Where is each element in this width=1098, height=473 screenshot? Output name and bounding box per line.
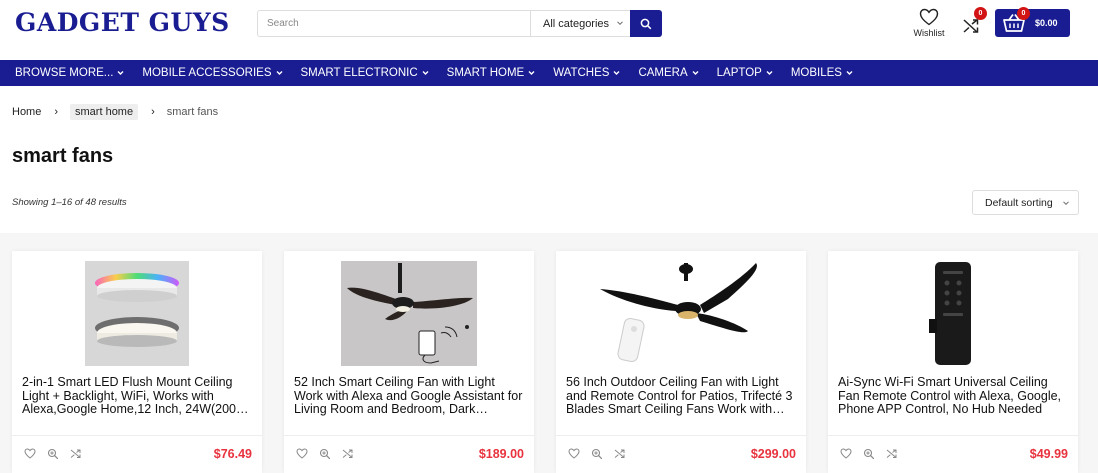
compare-link[interactable]: 0 [961,7,987,35]
product-price: $189.00 [478,447,524,461]
site-header: GADGET GUYS All categories Wishlist 0 0 … [0,0,1098,60]
nav-item-label: SMART ELECTRONIC [300,67,418,79]
result-count: Showing 1–16 of 48 results [12,197,127,208]
product-title[interactable]: 2-in-1 Smart LED Flush Mount Ceiling Lig… [22,376,252,417]
main-nav: BROWSE MORE... MOBILE ACCESSORIES SMART … [0,60,1098,86]
heart-icon[interactable] [568,448,580,459]
wishlist-link[interactable]: Wishlist [912,8,946,38]
compare-icon[interactable] [342,448,353,459]
cart-button[interactable]: 0 $0.00 [995,7,1070,37]
product-footer: $76.49 [12,435,262,473]
chevron-right-icon: › [54,106,59,118]
product-card[interactable]: 52 Inch Smart Ceiling Fan with Light Wor… [284,251,534,473]
cart-total: $0.00 [1035,18,1058,28]
ceiling-light-image[interactable] [67,261,207,366]
chevron-down-icon [766,71,773,75]
heart-icon [919,8,939,26]
nav-item-mobile-accessories[interactable]: MOBILE ACCESSORIES [142,67,283,79]
compare-icon[interactable] [886,448,897,459]
nav-item-smart-home[interactable]: SMART HOME [447,67,536,79]
search-button[interactable] [630,10,662,37]
breadcrumb-current: smart fans [166,106,219,118]
category-select[interactable]: All categories [530,11,630,36]
product-card[interactable]: Ai-Sync Wi-Fi Smart Universal Ceiling Fa… [828,251,1078,473]
nav-item-watches[interactable]: WATCHES [553,67,620,79]
outdoor-fan-image[interactable] [596,261,766,366]
nav-item-label: SMART HOME [446,67,525,79]
product-title[interactable]: Ai-Sync Wi-Fi Smart Universal Ceiling Fa… [838,376,1068,417]
sort-select-value: Default sorting [985,196,1053,209]
search-input[interactable] [258,11,530,36]
page-title: smart fans [12,145,114,167]
compare-icon[interactable] [614,448,625,459]
breadcrumb: Home › smart home › smart fans [12,104,218,120]
product-title[interactable]: 52 Inch Smart Ceiling Fan with Light Wor… [294,376,524,417]
product-card[interactable]: 2-in-1 Smart LED Flush Mount Ceiling Lig… [12,251,262,473]
category-select-value: All categories [543,17,610,30]
compare-icon[interactable] [70,448,81,459]
ceiling-fan-image[interactable] [341,261,477,366]
cart-count-badge: 0 [1017,7,1030,20]
nav-item-label: BROWSE MORE... [15,67,114,79]
heart-icon[interactable] [24,448,36,459]
nav-item-label: CAMERA [638,67,688,79]
product-footer: $49.99 [828,435,1078,473]
product-price: $49.99 [1029,447,1068,461]
search-bar: All categories [257,10,662,37]
chevron-down-icon [117,71,124,75]
nav-item-label: MOBILE ACCESSORIES [142,67,272,79]
nav-item-laptop[interactable]: LAPTOP [717,67,773,79]
nav-item-label: LAPTOP [716,67,762,79]
zoom-icon[interactable] [319,448,331,460]
nav-item-smart-electronic[interactable]: SMART ELECTRONIC [301,67,429,79]
zoom-icon[interactable] [863,448,875,460]
heart-icon[interactable] [296,448,308,459]
chevron-down-icon [422,71,429,75]
product-footer: $189.00 [284,435,534,473]
chevron-down-icon [692,71,699,75]
product-footer: $299.00 [556,435,806,473]
zoom-icon[interactable] [591,448,603,460]
product-card[interactable]: 56 Inch Outdoor Ceiling Fan with Light a… [556,251,806,473]
chevron-down-icon [846,71,853,75]
chevron-down-icon [613,71,620,75]
nav-item-label: MOBILES [790,67,842,79]
search-icon [640,18,652,29]
heart-icon[interactable] [840,448,852,459]
compare-count-badge: 0 [974,7,987,20]
site-logo[interactable]: GADGET GUYS [15,8,230,37]
chevron-down-icon [1063,201,1069,206]
chevron-down-icon [276,71,283,75]
nav-item-browse-more[interactable]: BROWSE MORE... [15,67,124,79]
wishlist-label: Wishlist [913,28,945,38]
breadcrumb-home[interactable]: Home [12,106,41,118]
fan-remote-image[interactable] [883,261,1023,366]
zoom-icon[interactable] [47,448,59,460]
product-price: $299.00 [750,447,796,461]
chevron-down-icon [617,21,623,26]
nav-item-camera[interactable]: CAMERA [638,67,699,79]
nav-item-mobiles[interactable]: MOBILES [791,67,853,79]
product-price: $76.49 [213,447,252,461]
nav-item-label: WATCHES [553,67,610,79]
breadcrumb-parent[interactable]: smart home [70,104,139,120]
chevron-down-icon [528,71,535,75]
chevron-right-icon: › [151,106,155,118]
sort-select[interactable]: Default sorting [972,190,1079,215]
product-title[interactable]: 56 Inch Outdoor Ceiling Fan with Light a… [566,376,796,417]
